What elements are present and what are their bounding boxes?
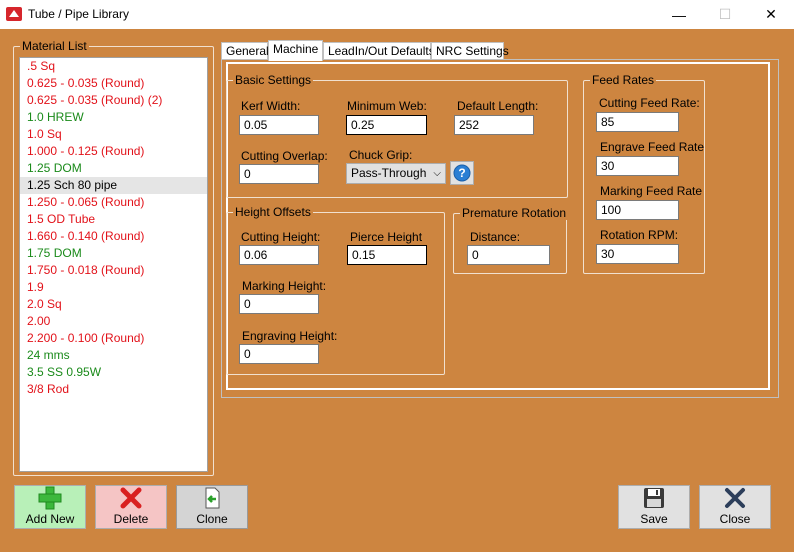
list-item[interactable]: 1.0 Sq xyxy=(20,126,207,143)
close-button[interactable]: Close xyxy=(699,485,771,529)
app-icon xyxy=(6,7,22,21)
rotation-rpm-label: Rotation RPM: xyxy=(600,228,679,242)
minimum-web-label: Minimum Web: xyxy=(347,99,427,113)
list-item[interactable]: 1.250 - 0.065 (Round) xyxy=(20,194,207,211)
marking-feed-rate-input[interactable]: 100 xyxy=(596,200,679,220)
engrave-feed-rate-label: Engrave Feed Rate xyxy=(600,140,705,154)
distance-label: Distance: xyxy=(470,230,521,244)
pierce-height-input[interactable]: 0.15 xyxy=(347,245,427,265)
floppy-disk-icon xyxy=(644,488,664,508)
material-listbox[interactable]: .5 Sq 0.625 - 0.035 (Round) 0.625 - 0.035 … xyxy=(19,57,208,472)
cutting-feed-rate-label: Cutting Feed Rate: xyxy=(599,96,700,110)
marking-height-label: Marking Height: xyxy=(242,279,327,293)
feed-rates-legend: Feed Rates xyxy=(590,73,657,87)
material-list-legend: Material List xyxy=(20,39,89,53)
list-item[interactable]: 1.25 DOM xyxy=(20,160,207,177)
close-window-button[interactable]: ✕ xyxy=(748,0,794,29)
minimum-web-input[interactable]: 0.25 xyxy=(346,115,427,135)
engraving-height-input[interactable]: 0 xyxy=(239,344,319,364)
rotation-rpm-input[interactable]: 30 xyxy=(596,244,679,264)
marking-feed-rate-label: Marking Feed Rate xyxy=(600,184,703,198)
list-item[interactable]: 3.5 SS 0.95W xyxy=(20,364,207,381)
document-arrow-icon xyxy=(205,487,220,509)
list-item[interactable]: 24 mms xyxy=(20,347,207,364)
list-item[interactable]: 1.5 OD Tube xyxy=(20,211,207,228)
x-icon xyxy=(725,488,745,508)
chuck-grip-value: Pass-Through xyxy=(351,166,427,180)
save-label: Save xyxy=(640,512,668,526)
pierce-height-label: Pierce Height xyxy=(350,230,423,244)
add-new-label: Add New xyxy=(25,512,75,526)
list-item[interactable]: 1.660 - 0.140 (Round) xyxy=(20,228,207,245)
chuck-grip-label: Chuck Grip: xyxy=(349,148,413,162)
engrave-feed-rate-input[interactable]: 30 xyxy=(596,156,679,176)
list-item[interactable]: 0.625 - 0.035 (Round) xyxy=(20,75,207,92)
question-icon: ? xyxy=(453,164,471,182)
list-item[interactable]: 3/8 Rod xyxy=(20,381,207,398)
list-item[interactable]: 1.75 DOM xyxy=(20,245,207,262)
chuck-grip-select[interactable]: Pass-Through ⌵ xyxy=(346,163,446,184)
minimize-button[interactable]: — xyxy=(656,0,702,29)
window-title: Tube / Pipe Library xyxy=(28,7,129,21)
tab-machine[interactable]: Machine xyxy=(268,40,323,61)
list-item[interactable]: 1.000 - 0.125 (Round) xyxy=(20,143,207,160)
list-item[interactable]: 1.25 Sch 80 pipe xyxy=(20,177,207,194)
kerf-width-label: Kerf Width: xyxy=(241,99,301,113)
cutting-overlap-label: Cutting Overlap: xyxy=(241,149,328,163)
cutting-height-input[interactable]: 0.06 xyxy=(239,245,319,265)
minimize-icon: — xyxy=(672,6,686,23)
tab-nrc-settings[interactable]: NRC Settings xyxy=(431,42,509,60)
cutting-feed-rate-input[interactable]: 85 xyxy=(596,112,679,132)
x-icon xyxy=(120,487,142,509)
title-bar: Tube / Pipe Library — ☐ ✕ xyxy=(0,0,794,29)
engraving-height-label: Engraving Height: xyxy=(242,329,338,343)
tab-general[interactable]: General xyxy=(221,42,269,60)
list-item[interactable]: 1.750 - 0.018 (Round) xyxy=(20,262,207,279)
list-item[interactable]: 2.200 - 0.100 (Round) xyxy=(20,330,207,347)
maximize-button[interactable]: ☐ xyxy=(702,0,748,29)
tab-leadin-out-defaults[interactable]: LeadIn/Out Defaults xyxy=(323,42,435,60)
clone-label: Clone xyxy=(196,512,228,526)
distance-input[interactable]: 0 xyxy=(467,245,550,265)
list-item[interactable]: .5 Sq xyxy=(20,58,207,75)
default-length-input[interactable]: 252 xyxy=(454,115,534,135)
plus-icon xyxy=(38,486,62,510)
default-length-label: Default Length: xyxy=(457,99,539,113)
save-button[interactable]: Save xyxy=(618,485,690,529)
tab-label: General xyxy=(226,44,269,58)
list-item[interactable]: 0.625 - 0.035 (Round) (2) xyxy=(20,92,207,109)
list-item[interactable]: 1.0 HREW xyxy=(20,109,207,126)
kerf-width-input[interactable]: 0.05 xyxy=(239,115,319,135)
close-icon: ✕ xyxy=(765,6,777,22)
tab-label: Machine xyxy=(273,42,319,56)
chevron-down-icon: ⌵ xyxy=(433,168,441,179)
premature-rotation-legend: Premature Rotation xyxy=(460,206,569,220)
marking-height-input[interactable]: 0 xyxy=(239,294,319,314)
list-item[interactable]: 2.0 Sq xyxy=(20,296,207,313)
list-item[interactable]: 1.9 xyxy=(20,279,207,296)
height-offsets-legend: Height Offsets xyxy=(233,205,313,219)
close-label: Close xyxy=(719,512,751,526)
tab-label: NRC Settings xyxy=(436,44,509,58)
cutting-height-label: Cutting Height: xyxy=(241,230,321,244)
tab-label: LeadIn/Out Defaults xyxy=(328,44,435,58)
help-button[interactable]: ? xyxy=(450,161,474,185)
svg-text:?: ? xyxy=(458,166,465,180)
delete-button[interactable]: Delete xyxy=(95,485,167,529)
cutting-overlap-input[interactable]: 0 xyxy=(239,164,319,184)
list-item[interactable]: 2.00 xyxy=(20,313,207,330)
delete-label: Delete xyxy=(113,512,149,526)
basic-settings-legend: Basic Settings xyxy=(233,73,314,87)
add-new-button[interactable]: Add New xyxy=(14,485,86,529)
clone-button[interactable]: Clone xyxy=(176,485,248,529)
maximize-icon: ☐ xyxy=(718,6,732,22)
